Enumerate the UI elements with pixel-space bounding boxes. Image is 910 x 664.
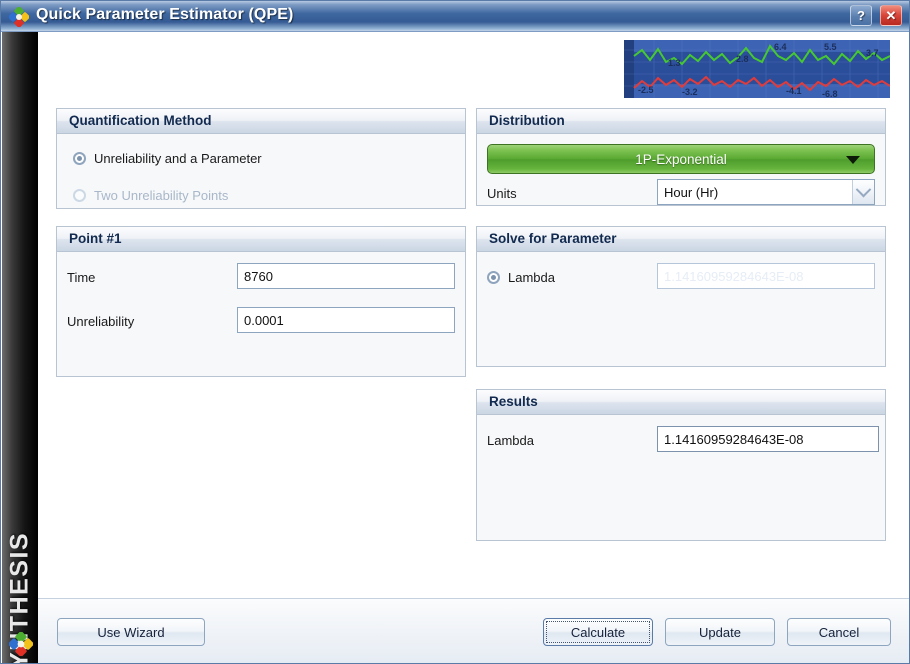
help-button[interactable]: ? <box>850 5 872 26</box>
calculate-button[interactable]: Calculate <box>543 618 653 646</box>
radio-icon <box>73 152 86 165</box>
window-title: Quick Parameter Estimator (QPE) <box>36 6 294 23</box>
synthesis-brand-strip: SYNTHESIS <box>2 32 38 663</box>
radio-label: Lambda <box>508 270 555 285</box>
radio-lambda[interactable]: Lambda <box>487 270 555 285</box>
chevron-down-icon[interactable] <box>852 180 874 204</box>
svg-text:6.4: 6.4 <box>774 42 787 52</box>
point1-title: Point #1 <box>69 231 122 246</box>
svg-text:-3.2: -3.2 <box>682 87 698 97</box>
group-body: Time 8760 Unreliability 0.0001 <box>57 252 465 376</box>
radio-label: Two Unreliability Points <box>94 188 229 203</box>
svg-text:-2.5: -2.5 <box>638 85 654 95</box>
svg-text:-4.1: -4.1 <box>786 86 802 96</box>
units-label: Units <box>487 186 517 201</box>
radio-two-unreliability-points: Two Unreliability Points <box>73 188 228 203</box>
group-header: Point #1 <box>57 227 465 252</box>
group-header: Results <box>477 390 885 415</box>
svg-text:5.5: 5.5 <box>824 42 837 52</box>
focus-ring <box>546 621 650 643</box>
time-input[interactable]: 8760 <box>237 263 455 289</box>
distribution-selected-label: 1P-Exponential <box>635 151 727 167</box>
radio-icon <box>73 189 86 202</box>
solve-for-parameter-group: Solve for Parameter Lambda 1.14160959284… <box>476 226 886 367</box>
synthesis-diamond-logo-icon-footer <box>8 631 34 657</box>
unreliability-label: Unreliability <box>67 314 135 329</box>
units-select[interactable]: Hour (Hr) <box>657 179 875 205</box>
time-label: Time <box>67 270 96 285</box>
results-title: Results <box>489 394 538 409</box>
radio-icon <box>487 271 500 284</box>
lambda-disabled-value: 1.14160959284643E-08 <box>664 268 804 284</box>
decorative-chart-banner: 1.3 2.8 6.4 5.5 3.7 -2.5 -3.2 -4.1 -6.8 <box>624 40 890 98</box>
unreliability-value: 0.0001 <box>244 312 284 328</box>
group-body: Lambda 1.14160959284643E-08 <box>477 415 885 540</box>
bottom-button-bar: Use Wizard Calculate Update Cancel <box>38 599 909 663</box>
use-wizard-button[interactable]: Use Wizard <box>57 618 205 646</box>
chevron-down-icon <box>846 156 860 164</box>
results-lambda-output[interactable]: 1.14160959284643E-08 <box>657 426 879 452</box>
unreliability-input[interactable]: 0.0001 <box>237 307 455 333</box>
svg-text:3.7: 3.7 <box>866 48 879 58</box>
quantification-method-title: Quantification Method <box>69 113 212 128</box>
close-button[interactable]: ✕ <box>880 5 902 26</box>
lambda-disabled-input: 1.14160959284643E-08 <box>657 263 875 289</box>
distribution-group: Distribution 1P-Exponential Units Hour (… <box>476 108 886 206</box>
group-header: Distribution <box>477 109 885 134</box>
results-lambda-label: Lambda <box>487 433 534 448</box>
title-bar: Quick Parameter Estimator (QPE) ? ✕ <box>1 1 909 32</box>
group-body: 1P-Exponential Units Hour (Hr) <box>477 134 885 205</box>
svg-text:2.8: 2.8 <box>736 54 749 64</box>
qpe-dialog-window: Quick Parameter Estimator (QPE) ? ✕ SYNT… <box>0 0 910 664</box>
units-value: Hour (Hr) <box>664 184 719 200</box>
group-body: Unreliability and a Parameter Two Unreli… <box>57 134 465 208</box>
group-header: Solve for Parameter <box>477 227 885 252</box>
svg-text:1.3: 1.3 <box>668 58 681 68</box>
radio-unreliability-and-parameter[interactable]: Unreliability and a Parameter <box>73 151 262 166</box>
distribution-select-button[interactable]: 1P-Exponential <box>487 144 875 174</box>
solve-for-parameter-title: Solve for Parameter <box>489 231 617 246</box>
synthesis-diamond-logo-icon <box>8 6 30 28</box>
radio-label: Unreliability and a Parameter <box>94 151 262 166</box>
group-body: Lambda 1.14160959284643E-08 <box>477 252 885 366</box>
results-lambda-value: 1.14160959284643E-08 <box>664 431 804 447</box>
distribution-title: Distribution <box>489 113 565 128</box>
dialog-client-area: 1.3 2.8 6.4 5.5 3.7 -2.5 -3.2 -4.1 -6.8 … <box>38 32 909 663</box>
svg-text:-6.8: -6.8 <box>822 89 838 98</box>
results-group: Results Lambda 1.14160959284643E-08 <box>476 389 886 541</box>
group-header: Quantification Method <box>57 109 465 134</box>
time-value: 8760 <box>244 268 273 284</box>
quantification-method-group: Quantification Method Unreliability and … <box>56 108 466 209</box>
cancel-button[interactable]: Cancel <box>787 618 891 646</box>
update-button[interactable]: Update <box>665 618 775 646</box>
point1-group: Point #1 Time 8760 Unreliability 0.0001 <box>56 226 466 377</box>
